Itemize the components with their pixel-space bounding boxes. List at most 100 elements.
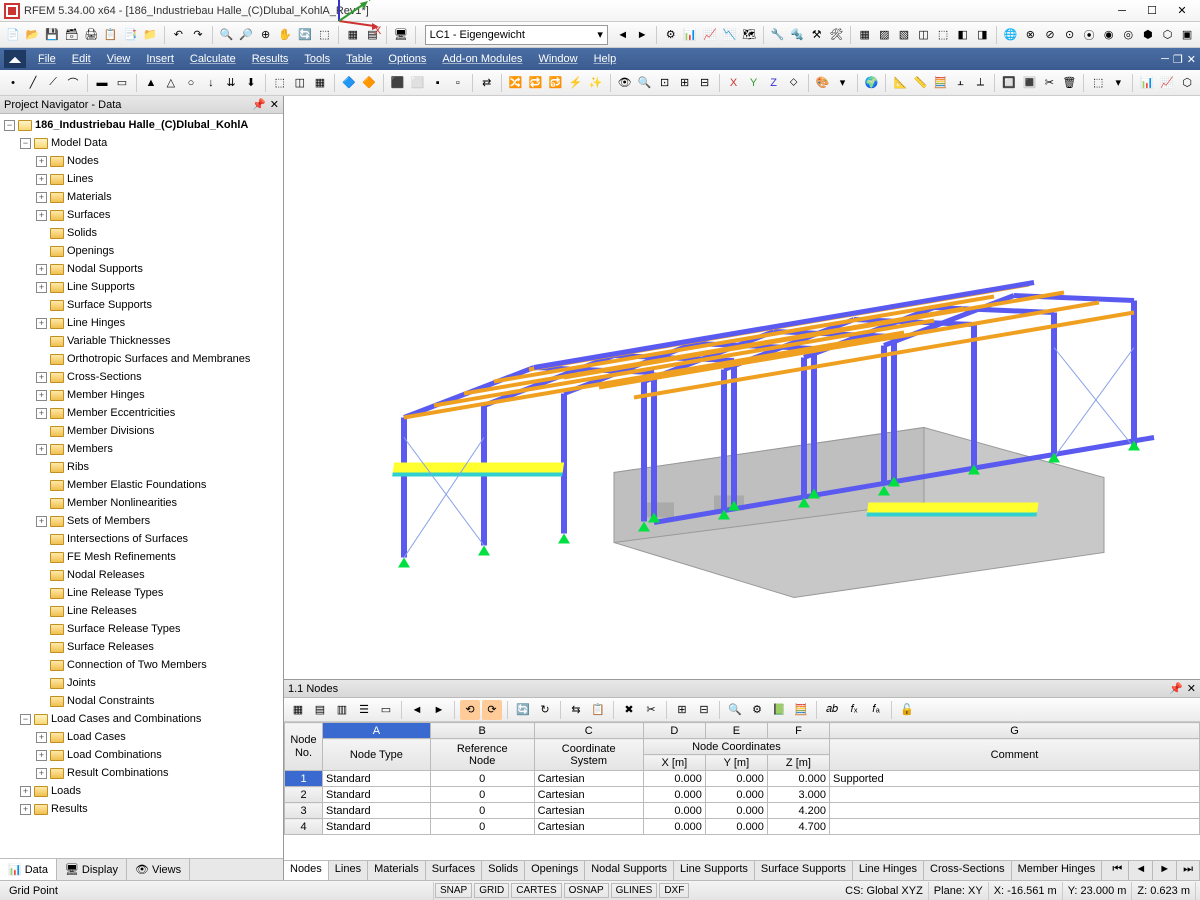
print-icon[interactable]: 🖨 [82, 25, 100, 45]
tb16-icon[interactable]: ⊞ [672, 700, 692, 720]
tree-item[interactable]: Surface Release Types [0, 620, 283, 638]
tree-item[interactable]: +Surfaces [0, 206, 283, 224]
tree-item[interactable]: Orthotropic Surfaces and Membranes [0, 350, 283, 368]
tree-item[interactable]: Member Elastic Foundations [0, 476, 283, 494]
tb21-icon[interactable]: 𝑓ₓ [844, 700, 864, 720]
tb17-icon[interactable]: ⊟ [694, 700, 714, 720]
snap-toggle[interactable]: OSNAP [564, 883, 609, 898]
tb15-icon[interactable]: ✂ [641, 700, 661, 720]
tree-item[interactable]: −186_Industriebau Halle_(C)Dlubal_KohlA [0, 116, 283, 134]
tree-item[interactable]: +Member Hinges [0, 386, 283, 404]
table-tab[interactable]: Lines [329, 861, 368, 880]
tb6-icon[interactable]: ◄ [407, 700, 427, 720]
navigator-tree[interactable]: −186_Industriebau Halle_(C)Dlubal_KohlA−… [0, 114, 283, 858]
table-tab[interactable]: Line Hinges [853, 861, 924, 880]
tree-item[interactable]: +Load Combinations [0, 746, 283, 764]
3d-viewport[interactable]: Z X Y [284, 96, 1200, 680]
tree-item[interactable]: Nodal Releases [0, 566, 283, 584]
node-icon[interactable]: • [4, 73, 22, 93]
tree-item[interactable]: −Model Data [0, 134, 283, 152]
menu-results[interactable]: Results [244, 51, 297, 67]
table-pin-icon[interactable]: 📌 [1169, 682, 1183, 695]
snap-toggle[interactable]: GLINES [611, 883, 658, 898]
zoom-icon[interactable]: 🔍 [218, 25, 236, 45]
table-tab[interactable]: Materials [368, 861, 426, 880]
tree-item[interactable]: +Results [0, 800, 283, 818]
rotate-icon[interactable]: 🔄 [296, 25, 314, 45]
tab-prev-icon[interactable]: ◄ [1129, 861, 1153, 880]
tree-item[interactable]: +Cross-Sections [0, 368, 283, 386]
menu-calculate[interactable]: Calculate [182, 51, 244, 67]
saveall-icon[interactable]: 🗃 [63, 25, 81, 45]
snap-toggle[interactable]: GRID [474, 883, 509, 898]
menu-edit[interactable]: Edit [64, 51, 99, 67]
table-tab[interactable]: Openings [525, 861, 585, 880]
load3-icon[interactable]: ⬇ [242, 73, 260, 93]
menu-insert[interactable]: Insert [138, 51, 182, 67]
tree-item[interactable]: Joints [0, 674, 283, 692]
snap-toggle[interactable]: SNAP [435, 883, 472, 898]
t1-icon[interactable]: ⬚ [271, 73, 289, 93]
report-icon[interactable]: 📋 [102, 25, 120, 45]
copy-icon[interactable]: 📑 [122, 25, 140, 45]
snap-toggle[interactable]: DXF [659, 883, 689, 898]
tb19-icon[interactable]: ⚙ [747, 700, 767, 720]
tab-last-icon[interactable]: ⏭ [1177, 861, 1200, 880]
tree-item[interactable]: Solids [0, 224, 283, 242]
load-icon[interactable]: ↓ [202, 73, 220, 93]
calc2-icon[interactable]: 🧮 [791, 700, 811, 720]
tree-item[interactable]: +Loads [0, 782, 283, 800]
tree-item[interactable]: Variable Thicknesses [0, 332, 283, 350]
tb12-icon[interactable]: ⇆ [566, 700, 586, 720]
tree-item[interactable]: +Line Hinges [0, 314, 283, 332]
snap-toggle[interactable]: CARTES [511, 883, 561, 898]
tree-item[interactable]: Ribs [0, 458, 283, 476]
tb1-icon[interactable]: ▦ [288, 700, 308, 720]
tb13-icon[interactable]: 📋 [588, 700, 608, 720]
table-tab[interactable]: Member Hinges [1012, 861, 1103, 880]
tree-item[interactable]: Surface Supports [0, 296, 283, 314]
surface-icon[interactable]: ▭ [113, 73, 131, 93]
zoom2-icon[interactable]: 🔎 [237, 25, 255, 45]
save-icon[interactable]: 💾 [43, 25, 61, 45]
tb20-icon[interactable]: 𝑎𝑏 [822, 700, 842, 720]
tree-item[interactable]: +Member Eccentricities [0, 404, 283, 422]
tree-item[interactable]: +Members [0, 440, 283, 458]
open-icon[interactable]: 📂 [24, 25, 42, 45]
tb8-icon[interactable]: ⟲ [460, 700, 480, 720]
tb5-icon[interactable]: ▭ [376, 700, 396, 720]
support2-icon[interactable]: △ [162, 73, 180, 93]
tb4-icon[interactable]: ☰ [354, 700, 374, 720]
tree-item[interactable]: Nodal Constraints [0, 692, 283, 710]
tb18-icon[interactable]: 🔍 [725, 700, 745, 720]
tb14-icon[interactable]: ✖ [619, 700, 639, 720]
tree-item[interactable]: Line Releases [0, 602, 283, 620]
table-tab[interactable]: Nodal Supports [585, 861, 674, 880]
navtab-data[interactable]: 📊 Data [0, 859, 57, 880]
table-tab[interactable]: Surfaces [426, 861, 482, 880]
tb7-icon[interactable]: ► [429, 700, 449, 720]
redo-icon[interactable]: ↷ [189, 25, 207, 45]
table-close-icon[interactable]: ✕ [1187, 682, 1196, 695]
tree-item[interactable]: −Load Cases and Combinations [0, 710, 283, 728]
tree-item[interactable]: +Sets of Members [0, 512, 283, 530]
tree-item[interactable]: FE Mesh Refinements [0, 548, 283, 566]
pin-icon[interactable]: 📌 [252, 98, 266, 111]
line-icon[interactable]: ╱ [24, 73, 42, 93]
table-tab[interactable]: Solids [482, 861, 525, 880]
tree-item[interactable]: Member Nonlinearities [0, 494, 283, 512]
table-tab[interactable]: Cross-Sections [924, 861, 1012, 880]
table-tab[interactable]: Nodes [284, 861, 329, 880]
pan-icon[interactable]: ✋ [276, 25, 294, 45]
tree-item[interactable]: +Materials [0, 188, 283, 206]
tb3-icon[interactable]: ▥ [332, 700, 352, 720]
tb22-icon[interactable]: 𝑓ₐ [866, 700, 886, 720]
project-icon[interactable]: 📁 [141, 25, 159, 45]
tree-item[interactable]: Line Release Types [0, 584, 283, 602]
menu-file[interactable]: File [30, 51, 64, 67]
tab-first-icon[interactable]: ⏮ [1106, 861, 1129, 880]
tree-item[interactable]: Connection of Two Members [0, 656, 283, 674]
table-tab[interactable]: Surface Supports [755, 861, 853, 880]
tree-item[interactable]: +Result Combinations [0, 764, 283, 782]
navtab-views[interactable]: 👁 Views [127, 859, 190, 880]
